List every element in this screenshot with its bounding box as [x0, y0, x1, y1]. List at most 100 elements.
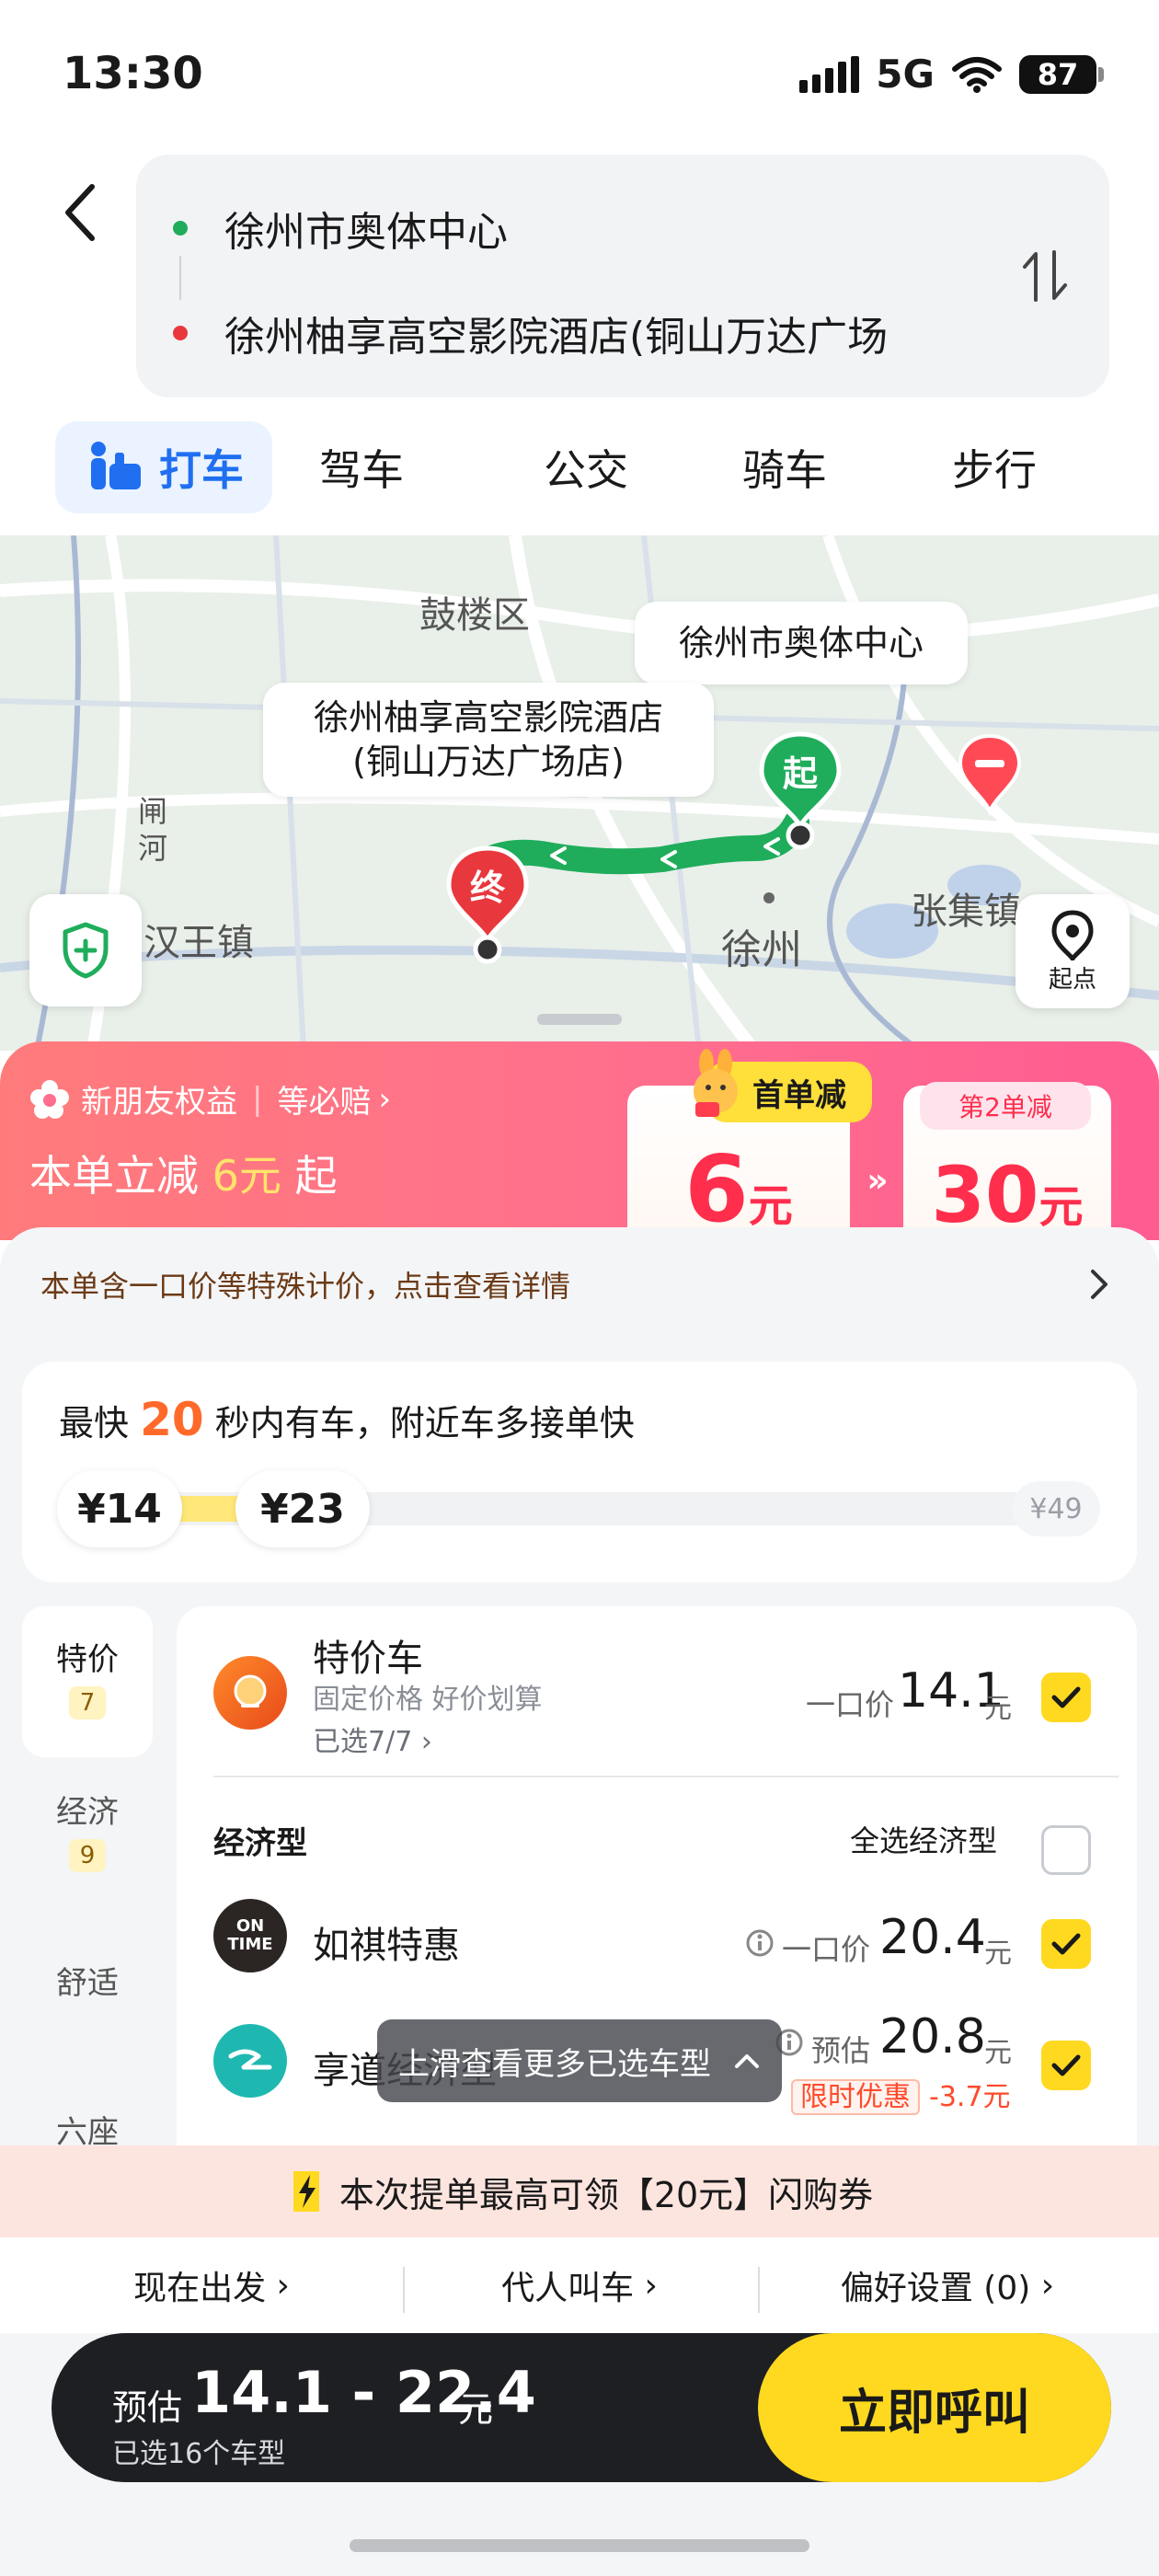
promo-main-amount: 6元: [212, 1151, 281, 1201]
ontime-checkbox[interactable]: [1041, 1919, 1091, 1969]
svg-text:起: 起: [783, 753, 819, 794]
depart-time-option[interactable]: 现在出发 ›: [55, 2237, 368, 2333]
economy-select-all-checkbox[interactable]: [1041, 1825, 1091, 1875]
ontime-name: 如祺特惠: [313, 1925, 460, 1967]
route-end-text: 徐州柚享高空影院酒店(铜山万达广场: [224, 314, 889, 361]
svg-text:终: 终: [470, 868, 506, 908]
tejia-price-label: 一口价: [806, 1687, 895, 1722]
start-bubble[interactable]: 徐州市奥体中心: [635, 602, 968, 684]
ontime-price: 20.4: [879, 1910, 986, 1965]
xiangdao-brand-icon: [228, 2049, 272, 2070]
start-dot-icon: [173, 221, 188, 236]
swipe-hint-text: 上滑查看更多已选车型: [398, 2045, 711, 2083]
promo-divider: |: [252, 1080, 263, 1118]
network-type: 5G: [876, 52, 935, 97]
eta-seconds: 20: [140, 1393, 204, 1446]
option-separator: [758, 2267, 760, 2313]
tab-taxi[interactable]: 打车: [55, 421, 272, 513]
tab-drive[interactable]: 驾车: [293, 421, 430, 513]
swap-icon[interactable]: [1017, 247, 1073, 305]
category-tejia-label: 特价: [56, 1641, 119, 1678]
category-economy-label: 经济: [56, 1794, 119, 1831]
double-chevron-icon: »: [866, 1162, 889, 1200]
xiangdao-checkbox[interactable]: [1041, 2041, 1091, 2090]
tab-transit[interactable]: 公交: [517, 421, 655, 513]
chevron-right-icon: ›: [634, 2266, 658, 2305]
swipe-hint-toast[interactable]: 上滑查看更多已选车型: [377, 2019, 782, 2102]
tejia-name: 特价车: [313, 1638, 423, 1680]
end-dot-icon: [173, 326, 188, 340]
eta-text: 最快 20 秒内有车，附近车多接单快: [59, 1393, 635, 1446]
proxy-call-label: 代人叫车: [501, 2270, 635, 2307]
coin-icon: [234, 1674, 267, 1708]
lightning-icon: [293, 2171, 319, 2212]
ontime-logo: ON TIME: [213, 1899, 287, 1972]
checkmark-icon: [1051, 1686, 1081, 1708]
category-economy[interactable]: 经济 9: [22, 1787, 153, 1906]
price-high-chip[interactable]: ¥23: [235, 1470, 370, 1547]
xiangdao-logo: [213, 2024, 287, 2098]
status-time: 13:30: [63, 48, 203, 99]
category-comfort[interactable]: 舒适: [22, 1958, 153, 2013]
option-separator: [403, 2267, 405, 2313]
category-tejia[interactable]: 特价 7: [22, 1606, 153, 1757]
chevron-right-icon: [1091, 1270, 1107, 1299]
depart-time-label: 现在出发: [133, 2270, 267, 2307]
taxi-icon: [91, 442, 141, 489]
origin-button[interactable]: 起点: [1016, 894, 1130, 1008]
route-end[interactable]: 徐州柚享高空影院酒店(铜山万达广场: [173, 304, 1056, 362]
xiangdao-price: 20.8: [879, 2009, 986, 2064]
drag-handle[interactable]: [537, 1014, 622, 1025]
info-icon[interactable]: [745, 1928, 775, 1958]
pricing-notice[interactable]: 本单含一口价等特殊计价，点击查看详情: [0, 1227, 1159, 1341]
status-indicators: 5G 87: [799, 52, 1104, 97]
xiangdao-unit: 元: [984, 2037, 1012, 2069]
xiangdao-price-label: 预估: [811, 2033, 871, 2068]
preferences-option[interactable]: 偏好设置 (0) ›: [791, 2237, 1104, 2333]
promo-main-prefix: 本单立减: [29, 1151, 199, 1201]
proxy-call-option[interactable]: 代人叫车 ›: [423, 2237, 736, 2333]
promo-banner[interactable]: 新朋友权益 | 等必赔 › 本单立减 6元 起 6元 30元 首单减 第2单减 …: [0, 1041, 1159, 1240]
chevron-right-icon: ›: [1030, 2266, 1055, 2305]
ontime-unit: 元: [984, 1938, 1012, 1970]
estimate-unit: 元: [458, 2389, 494, 2430]
home-indicator[interactable]: [350, 2539, 809, 2552]
voucher-bar[interactable]: 本次提单最高可领【20元】闪购券: [0, 2145, 1159, 2237]
end-bubble[interactable]: 徐州柚享高空影院酒店 (铜山万达广场店): [263, 683, 714, 797]
price-max-label: ¥49: [1012, 1481, 1100, 1536]
checkmark-icon: [1051, 2054, 1081, 2076]
tejia-selected-text: 已选7/7: [313, 1726, 413, 1758]
tejia-checkbox[interactable]: [1041, 1673, 1091, 1722]
tejia-selected[interactable]: 已选7/7 ›: [313, 1719, 432, 1759]
eta-prefix: 最快: [59, 1403, 130, 1443]
ride-options: 现在出发 › 代人叫车 › 偏好设置 (0) ›: [0, 2237, 1159, 2333]
signal-icon: [799, 55, 860, 93]
coupon-second-tag: 第2单减: [920, 1082, 1091, 1130]
category-comfort-label: 舒适: [56, 1965, 119, 2002]
start-marker-icon[interactable]: 起: [756, 730, 844, 850]
tab-walk[interactable]: 步行: [925, 421, 1063, 513]
list-divider: [213, 1776, 1119, 1777]
call-now-button[interactable]: 立即呼叫: [758, 2333, 1111, 2482]
tejia-desc: 固定价格 好价划算: [313, 1684, 543, 1716]
end-marker-icon[interactable]: 终: [443, 845, 532, 964]
tab-walk-label: 步行: [952, 445, 1037, 495]
origin-button-label: 起点: [1048, 965, 1096, 994]
tab-bike[interactable]: 骑车: [716, 421, 854, 513]
back-icon[interactable]: [55, 179, 107, 246]
route-start[interactable]: 徐州市奥体中心: [173, 199, 1056, 258]
tab-bike-label: 骑车: [742, 445, 827, 495]
category-six-seat[interactable]: 六座: [22, 2107, 153, 2145]
pricing-notice-text: 本单含一口价等特殊计价，点击查看详情: [40, 1269, 571, 1304]
promo-link[interactable]: 等必赔: [277, 1076, 371, 1121]
selected-count[interactable]: 已选16个车型: [112, 2431, 285, 2471]
economy-title: 经济型: [213, 1825, 307, 1862]
ontime-price-label: 一口价: [782, 1932, 871, 1967]
coupon-first-value: 6元: [684, 1135, 793, 1240]
chevron-right-icon: ›: [266, 2266, 290, 2305]
preferences-label: 偏好设置 (0): [840, 2270, 1031, 2307]
safety-button[interactable]: [29, 894, 142, 1006]
price-low-chip[interactable]: ¥14: [57, 1470, 182, 1547]
map-view[interactable]: 鼓楼区 汉王镇 徐州 张集镇 闸河 徐州市奥体中心 徐州柚享高空影院酒店 (铜山…: [0, 535, 1159, 1051]
order-bar: 预估 14.1 - 22.4 元 已选16个车型 立即呼叫: [52, 2333, 1111, 2482]
